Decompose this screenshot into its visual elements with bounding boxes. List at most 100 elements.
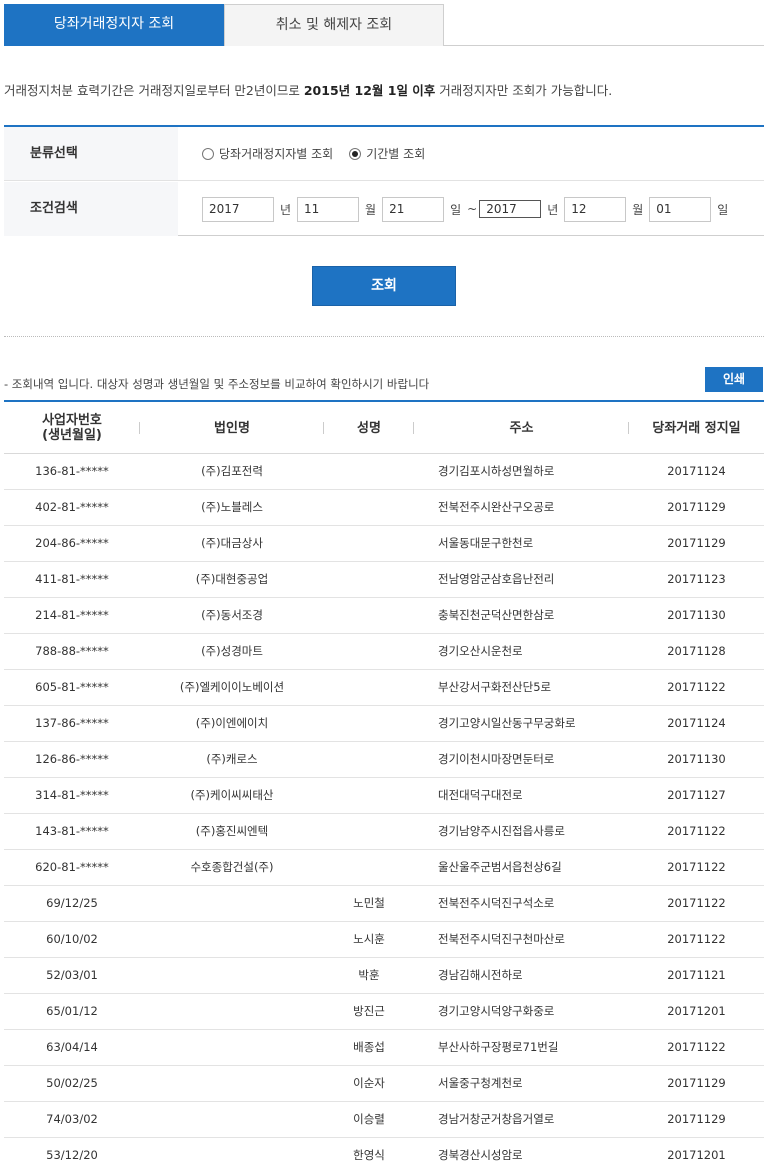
cell-suspend-date: 20171201: [667, 1004, 726, 1018]
unit-year: 년: [547, 202, 559, 217]
radio-by-suspended[interactable]: 당좌거래정지자별 조회: [202, 145, 333, 162]
cell-company-name: [140, 1102, 324, 1138]
cell-company-name: [140, 922, 324, 958]
cell-address: 경남김해시전하로: [438, 968, 523, 982]
radio-label: 당좌거래정지자별 조회: [219, 147, 334, 161]
cell-address: 부산강서구화전산단5로: [438, 680, 552, 694]
cell-business-number: 60/10/02: [46, 932, 98, 946]
cell-person-name: [324, 634, 414, 670]
header-suspend-date: 당좌거래 정지일: [629, 402, 764, 454]
cell-business-number: 69/12/25: [46, 896, 98, 910]
table-row: 314-81-***** (주)케이씨씨태산 대전대덕구대전로 20171127: [4, 778, 764, 814]
cell-company-name: (주)홍진씨엔텍: [195, 824, 269, 838]
dotted-divider: [4, 336, 764, 337]
cell-company-name: [140, 994, 324, 1030]
cell-suspend-date: 20171124: [667, 716, 726, 730]
cell-business-number: 143-81-*****: [35, 824, 109, 838]
category-label: 분류선택: [4, 127, 178, 180]
header-text: 당좌거래 정지일: [652, 420, 741, 436]
cell-business-number: 74/03/02: [46, 1112, 98, 1126]
cell-address: 서울중구청계천로: [438, 1076, 523, 1090]
cell-company-name: [140, 886, 324, 922]
cell-suspend-date: 20171127: [667, 788, 726, 802]
cell-business-number: 402-81-*****: [35, 500, 109, 514]
cell-person-name: 이순자: [353, 1076, 385, 1090]
table-row: 74/03/02 이승렬 경남거창군거창읍거열로 20171129: [4, 1102, 764, 1138]
cell-person-name: [324, 814, 414, 850]
table-row: 411-81-***** (주)대현중공업 전남영암군삼호읍난전리 20171123: [4, 562, 764, 598]
cell-address: 대전대덕구대전로: [438, 788, 523, 802]
cell-company-name: [140, 1066, 324, 1102]
table-body: 136-81-***** (주)김포전력 경기김포시하성면월하로 20171124 40…: [4, 454, 764, 1170]
cell-business-number: 314-81-*****: [35, 788, 109, 802]
cell-person-name: [324, 526, 414, 562]
condition-label: 조건검색: [4, 182, 178, 236]
end-day-input[interactable]: [649, 196, 712, 222]
table-row: 143-81-***** (주)홍진씨엔텍 경기남양주시진접읍사릉로 20171122: [4, 814, 764, 850]
cell-company-name: 수호종합건설(주): [190, 860, 274, 874]
radio-selected-icon[interactable]: [349, 147, 362, 160]
table-row: 69/12/25 노민철 전북전주시덕진구석소로 20171122: [4, 886, 764, 922]
cell-suspend-date: 20171129: [667, 1112, 726, 1126]
radio-by-period[interactable]: 기간별 조회: [349, 145, 425, 162]
radio-circle-icon[interactable]: [202, 147, 214, 160]
cell-business-number: 126-86-*****: [35, 752, 109, 766]
cell-person-name: 방진근: [353, 1004, 385, 1018]
cell-suspend-date: 20171129: [667, 1076, 726, 1090]
cell-person-name: [324, 454, 414, 490]
search-form: 분류선택 당좌거래정지자별 조회 기간별 조회 조건검색 년 월 일 ~ 년 월: [4, 125, 764, 236]
cell-address: 경기오산시운천로: [438, 644, 523, 658]
end-month-input[interactable]: [564, 196, 627, 222]
cell-person-name: 한영식: [353, 1148, 385, 1162]
table-row: 136-81-***** (주)김포전력 경기김포시하성면월하로 20171124: [4, 454, 764, 490]
cell-suspend-date: 20171130: [667, 608, 726, 622]
cell-suspend-date: 20171201: [667, 1148, 726, 1162]
cell-address: 경기고양시일산동구무궁화로: [438, 716, 576, 730]
range-tilde: ~: [467, 202, 478, 216]
table-row: 50/02/25 이순자 서울중구청계천로 20171129: [4, 1066, 764, 1102]
table-row: 788-88-***** (주)성경마트 경기오산시운천로 20171128: [4, 634, 764, 670]
category-options: 당좌거래정지자별 조회 기간별 조회: [202, 127, 441, 180]
cell-suspend-date: 20171128: [667, 644, 726, 658]
cell-suspend-date: 20171124: [667, 464, 726, 478]
tab-suspended-search[interactable]: 당좌거래정지자 조회: [4, 4, 224, 46]
search-button[interactable]: 조회: [312, 266, 456, 306]
tab-cancelled-search[interactable]: 취소 및 해제자 조회: [224, 4, 444, 46]
table-row: 214-81-***** (주)동서조경 충북진천군덕산면한삼로 20171130: [4, 598, 764, 634]
notice-prefix: 거래정지처분 효력기간은 거래정지일로부터 만2년이므로: [4, 83, 304, 98]
cell-address: 경북경산시성암로: [438, 1148, 523, 1162]
table-row: 63/04/14 배종섭 부산사하구장평로71번길 20171122: [4, 1030, 764, 1066]
cell-person-name: 노민철: [353, 896, 385, 910]
header-address: 주소: [414, 402, 629, 454]
cell-company-name: (주)엘케이이노베이션: [179, 680, 285, 694]
cell-suspend-date: 20171122: [667, 896, 726, 910]
cell-suspend-date: 20171122: [667, 1040, 726, 1054]
start-year-input[interactable]: [202, 196, 274, 222]
cell-company-name: (주)김포전력: [201, 464, 263, 478]
cell-address: 경기김포시하성면월하로: [438, 464, 555, 478]
cell-person-name: 노시훈: [353, 932, 385, 946]
print-button[interactable]: 인쇄: [705, 367, 763, 392]
unit-year: 년: [280, 202, 292, 217]
end-year-input[interactable]: [479, 200, 542, 218]
cell-address: 전북전주시덕진구석소로: [438, 896, 555, 910]
result-note: - 조회내역 입니다. 대상자 성명과 생년월일 및 주소정보를 비교하여 확인…: [4, 377, 430, 391]
cell-address: 전북전주시덕진구천마산로: [438, 932, 565, 946]
condition-row: 조건검색 년 월 일 ~ 년 월 일: [4, 182, 764, 236]
cell-company-name: (주)성경마트: [201, 644, 263, 658]
header-person-name: 성명: [324, 402, 414, 454]
cell-address: 경기남양주시진접읍사릉로: [438, 824, 565, 838]
cell-suspend-date: 20171122: [667, 680, 726, 694]
cell-person-name: [324, 598, 414, 634]
cell-person-name: [324, 706, 414, 742]
cell-business-number: 136-81-*****: [35, 464, 109, 478]
cell-suspend-date: 20171122: [667, 860, 726, 874]
category-row: 분류선택 당좌거래정지자별 조회 기간별 조회: [4, 127, 764, 181]
start-day-input[interactable]: [382, 196, 445, 222]
table-header: 사업자번호 (생년월일) 법인명 성명 주소 당좌거래 정지일: [4, 402, 764, 454]
cell-address: 경기고양시덕양구화중로: [438, 1004, 555, 1018]
cell-person-name: [324, 562, 414, 598]
cell-suspend-date: 20171122: [667, 932, 726, 946]
start-month-input[interactable]: [297, 196, 360, 222]
cell-address: 부산사하구장평로71번길: [438, 1040, 559, 1054]
